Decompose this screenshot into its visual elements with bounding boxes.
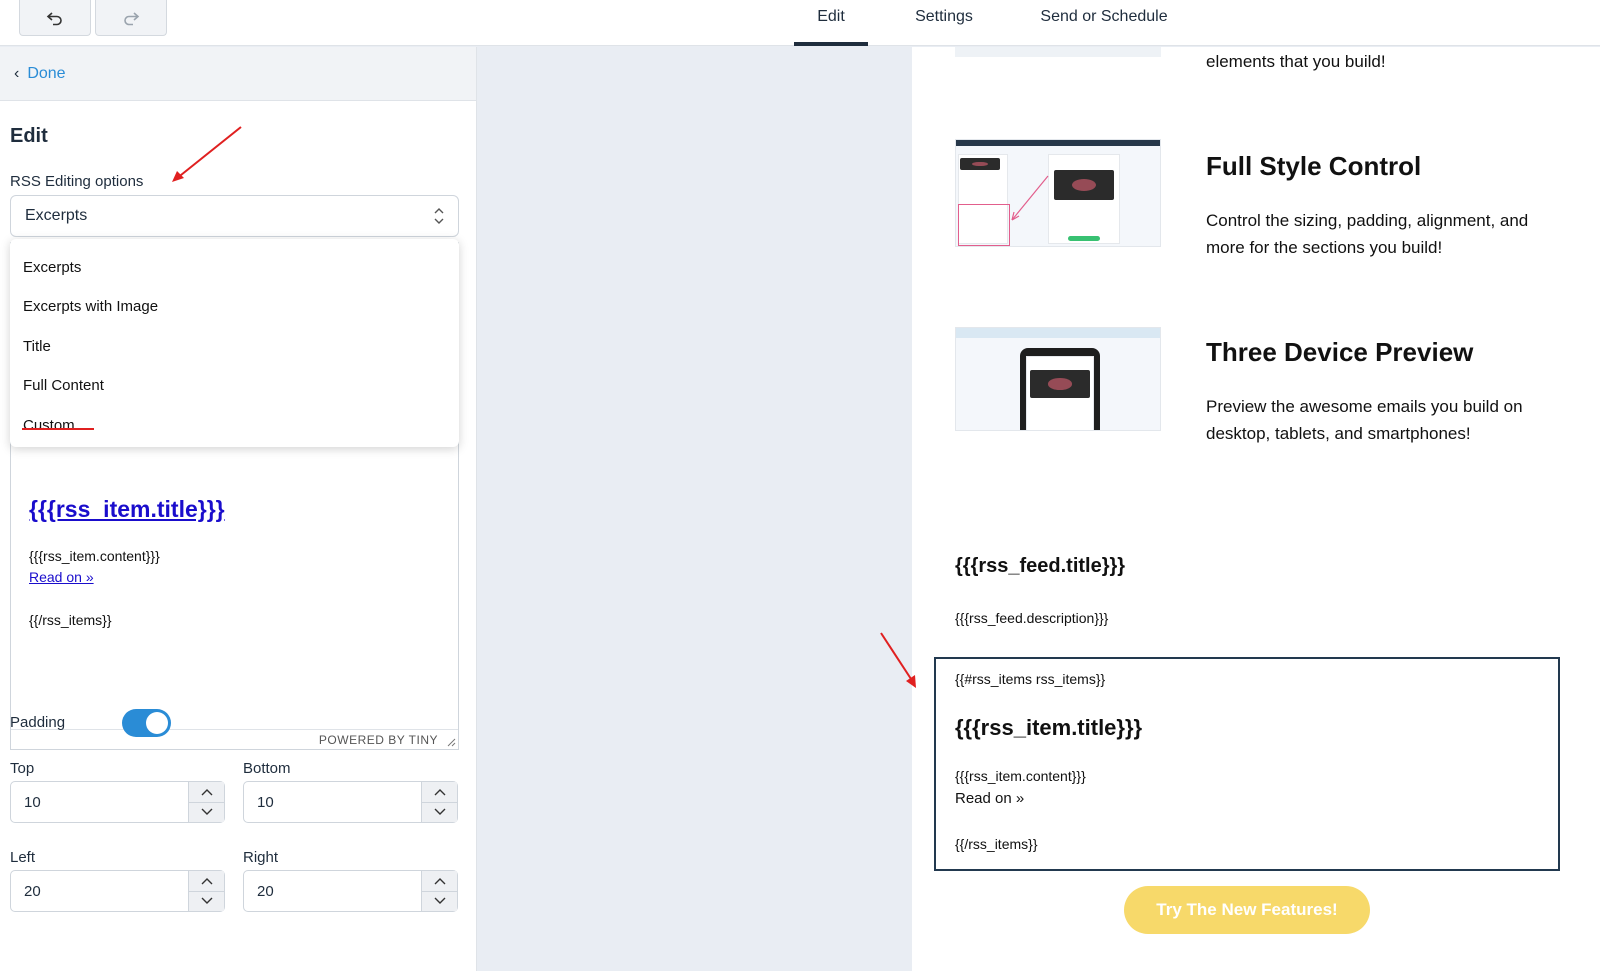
annotation-underline: [22, 428, 94, 430]
option-excerpts[interactable]: Excerpts: [23, 259, 81, 276]
select-value: Excerpts: [25, 207, 88, 224]
chevron-down-icon[interactable]: [422, 890, 457, 912]
feature-text: Preview the awesome emails you build on …: [1206, 397, 1523, 443]
feature-title: Three Device Preview: [1206, 337, 1474, 367]
option-full-content[interactable]: Full Content: [23, 377, 104, 394]
full-style-control-image: [955, 139, 1161, 247]
feature-text-partial: elements that you build!: [1206, 52, 1386, 71]
left-label: Left: [10, 849, 36, 866]
chevron-updown-icon: [434, 208, 444, 224]
rss-read-on: Read on »: [955, 790, 1025, 807]
rss-item-content: {{{rss_item.content}}}: [955, 768, 1086, 784]
right-stepper: [421, 871, 457, 911]
sidebar-heading: Edit: [10, 125, 48, 147]
redo-button[interactable]: [95, 0, 167, 36]
done-bar: ‹ Done: [0, 47, 476, 101]
chevron-up-icon[interactable]: [189, 871, 224, 891]
editor-item-title[interactable]: {{{rss_item.title}}}: [29, 496, 225, 523]
rss-items-end: {{/rss_items}}: [955, 836, 1038, 852]
rss-items-start: {{#rss_items rss_items}}: [955, 671, 1106, 687]
chevron-down-icon[interactable]: [189, 801, 224, 823]
rss-editing-options-select[interactable]: Excerpts: [10, 195, 459, 237]
rss-feed-title: {{{rss_feed.title}}}: [955, 555, 1126, 577]
top-padding-value: 10: [24, 793, 41, 811]
bottom-stepper: [421, 782, 457, 822]
top-padding-input[interactable]: 10: [10, 781, 225, 823]
chevron-left-icon[interactable]: ‹: [14, 65, 19, 83]
try-new-features-button[interactable]: Try The New Features!: [1124, 886, 1370, 934]
three-device-preview-image: [955, 327, 1161, 431]
bottom-padding-input[interactable]: 10: [243, 781, 458, 823]
left-padding-value: 20: [24, 882, 41, 900]
rss-item-title: {{{rss_item.title}}}: [955, 715, 1143, 740]
chevron-down-icon[interactable]: [189, 890, 224, 912]
right-padding-value: 20: [257, 882, 274, 900]
option-custom[interactable]: Custom: [23, 417, 75, 434]
top-label: Top: [10, 760, 35, 777]
bottom-label: Bottom: [243, 760, 291, 777]
rss-feed-description: {{{rss_feed.description}}}: [955, 610, 1109, 626]
annotation-arrow-icon: [880, 632, 916, 688]
chevron-down-icon[interactable]: [422, 801, 457, 823]
email-preview: elements that you build! Full Style Cont…: [912, 47, 1600, 971]
resize-grip-icon[interactable]: [446, 737, 456, 747]
left-stepper: [188, 871, 224, 911]
redo-icon: [124, 11, 140, 25]
chevron-up-icon[interactable]: [189, 782, 224, 802]
chevron-up-icon[interactable]: [422, 871, 457, 891]
bottom-padding-value: 10: [257, 793, 274, 811]
done-button[interactable]: Done: [27, 65, 65, 83]
option-title[interactable]: Title: [23, 338, 51, 355]
undo-button[interactable]: [19, 0, 91, 36]
option-excerpts-with-image[interactable]: Excerpts with Image: [23, 298, 158, 315]
right-label: Right: [243, 849, 279, 866]
editor-end-tag: {{/rss_items}}: [29, 612, 112, 628]
padding-label: Padding: [10, 714, 66, 731]
feature-title: Full Style Control: [1206, 151, 1422, 181]
undo-icon: [46, 11, 62, 25]
tab-edit[interactable]: Edit: [794, 0, 868, 46]
feature-text: Control the sizing, padding, alignment, …: [1206, 211, 1529, 257]
top-stepper: [188, 782, 224, 822]
editor-statusbar: POWERED BY TINY: [11, 729, 458, 749]
right-padding-input[interactable]: 20: [243, 870, 458, 912]
rss-items-block[interactable]: {{#rss_items rss_items}} {{{rss_item.tit…: [934, 657, 1560, 871]
editor-read-on-link[interactable]: Read on »: [29, 569, 94, 585]
tab-settings[interactable]: Settings: [892, 0, 996, 46]
tab-send-or-schedule[interactable]: Send or Schedule: [1016, 0, 1192, 46]
annotation-arrow-icon: [172, 126, 242, 182]
rss-editing-options-label: RSS Editing options: [10, 173, 144, 190]
padding-toggle[interactable]: [122, 709, 171, 737]
rss-options-dropdown: Excerpts Excerpts with Image Title Full …: [10, 239, 459, 447]
chevron-up-icon[interactable]: [422, 782, 457, 802]
main-tabs: Edit Settings Send or Schedule: [794, 0, 1192, 46]
editor-item-content: {{{rss_item.content}}}: [29, 548, 160, 564]
top-toolbar: Edit Settings Send or Schedule: [0, 0, 1600, 46]
left-padding-input[interactable]: 20: [10, 870, 225, 912]
feature-image-partial: [955, 47, 1161, 57]
